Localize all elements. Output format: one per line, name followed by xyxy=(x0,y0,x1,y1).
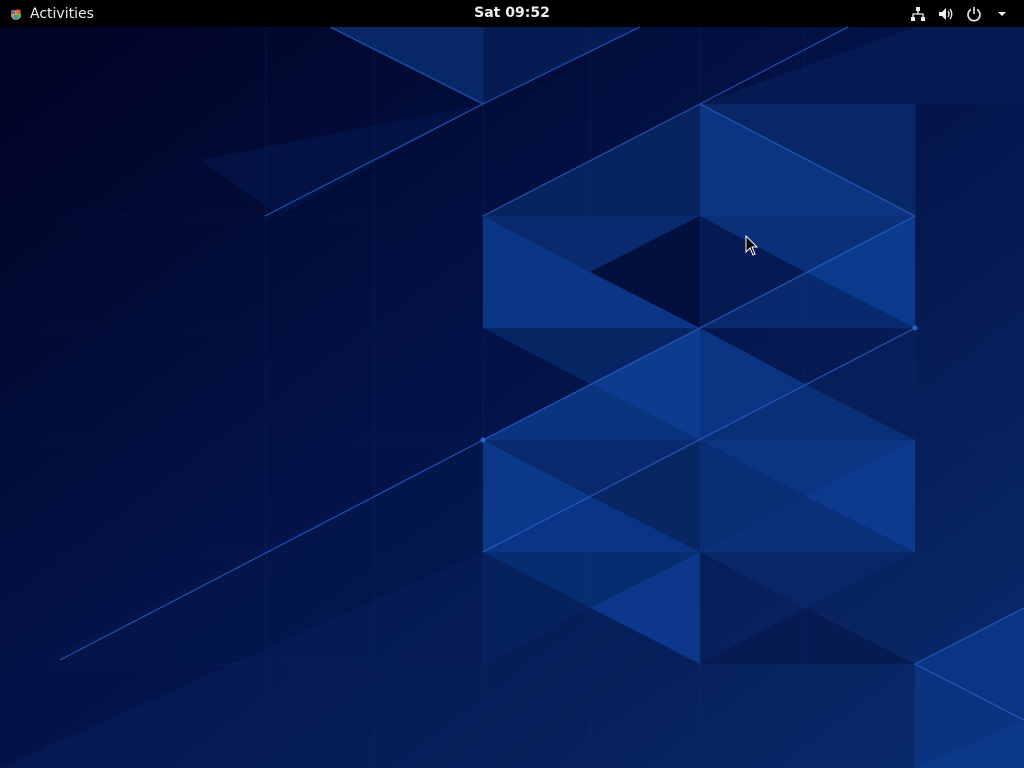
network-icon[interactable] xyxy=(910,6,926,22)
mouse-cursor-icon xyxy=(745,235,759,256)
volume-icon[interactable] xyxy=(938,6,954,22)
gnome-foot-icon xyxy=(10,8,22,20)
menu-arrow-icon[interactable] xyxy=(994,6,1010,22)
wallpaper xyxy=(0,0,1024,768)
top-bar: Activities Sat 09:52 xyxy=(0,0,1024,27)
desktop[interactable]: Activities Sat 09:52 xyxy=(0,0,1024,768)
clock-button[interactable]: Sat 09:52 xyxy=(452,0,572,27)
activities-label: Activities xyxy=(30,5,94,22)
power-icon[interactable] xyxy=(966,6,982,22)
system-tray[interactable] xyxy=(910,0,1010,27)
activities-button[interactable]: Activities xyxy=(8,0,94,27)
